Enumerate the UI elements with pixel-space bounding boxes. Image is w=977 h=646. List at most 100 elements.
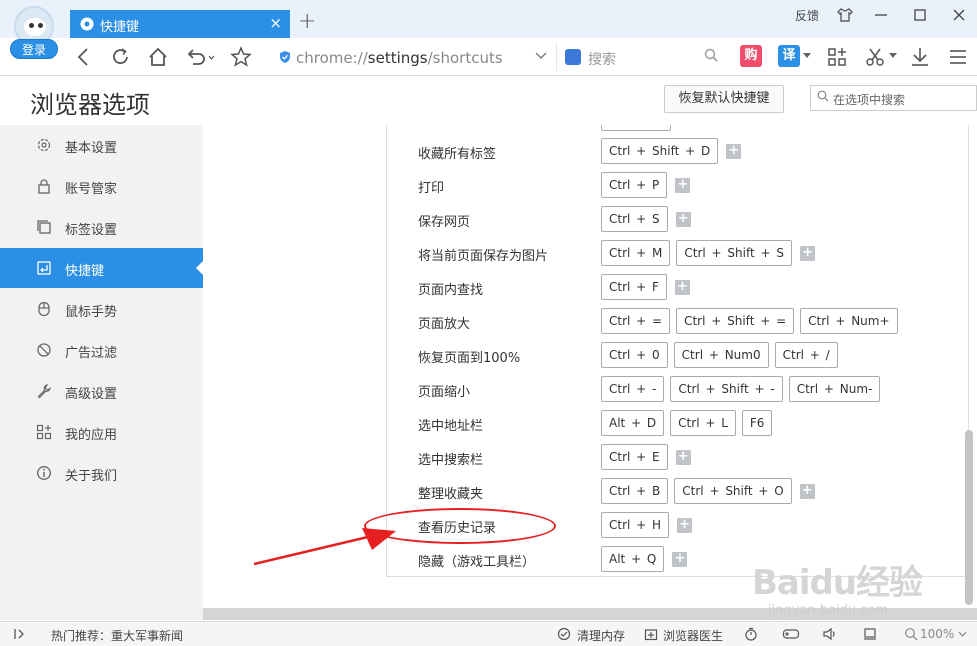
shortcut-keys: Ctrl + S +	[601, 206, 691, 232]
maximize-icon[interactable]	[911, 6, 929, 24]
game-controller-icon[interactable]	[782, 627, 800, 641]
skin-icon[interactable]	[836, 6, 854, 24]
sidebar-item-shortcuts[interactable]: 快捷键	[0, 248, 203, 288]
vertical-scrollbar[interactable]	[965, 430, 973, 605]
sidebar-item-advanced[interactable]: 高级设置	[0, 371, 203, 411]
shortcut-key-field[interactable]: Ctrl + Shift + =	[676, 308, 795, 334]
hot-news-link[interactable]: 热门推荐：重大军事新闻	[51, 627, 183, 644]
download-icon[interactable]	[909, 46, 931, 68]
shortcut-key-field[interactable]: Ctrl + Num+	[800, 308, 898, 334]
login-button[interactable]: 登录	[10, 39, 58, 59]
timer-icon[interactable]	[744, 627, 758, 641]
add-shortcut-button[interactable]: +	[799, 483, 815, 499]
sidebar-item-about[interactable]: 关于我们	[0, 453, 203, 493]
sidebar-item-label: 账号管家	[65, 182, 118, 197]
translate-dropdown-icon[interactable]	[803, 53, 811, 59]
search-icon	[817, 90, 829, 102]
url-field[interactable]: chrome://settings/shortcuts	[272, 43, 552, 71]
shortcut-key-field[interactable]: Ctrl + M	[601, 240, 671, 266]
add-shortcut-button[interactable]: +	[672, 551, 688, 567]
sidebar-item-my-apps[interactable]: 我的应用	[0, 412, 203, 452]
zoom-dropdown-icon[interactable]	[958, 631, 967, 637]
shortcut-key-field[interactable]: Ctrl + Num0	[673, 342, 769, 368]
screenshot-scissors-icon[interactable]	[864, 46, 886, 68]
shopping-icon[interactable]: 购	[740, 45, 762, 67]
shortcut-key-field[interactable]: Alt + D	[601, 410, 665, 436]
screenshot-dropdown-icon[interactable]	[889, 53, 897, 59]
sidebar-item-account[interactable]: 账号管家	[0, 166, 203, 206]
watermark-brand: Baidu经验	[752, 563, 923, 603]
shortcut-key-field[interactable]: Ctrl + Num-	[788, 376, 881, 402]
add-shortcut-button[interactable]: +	[675, 177, 691, 193]
shortcut-keys: Alt + Q +	[601, 546, 688, 572]
apps-grid-icon[interactable]	[826, 46, 848, 68]
shortcut-key-field[interactable]: Ctrl + S	[601, 206, 668, 232]
close-window-icon[interactable]	[950, 6, 968, 24]
tab-shortcuts[interactable]: 快捷键 ×	[70, 10, 290, 38]
shortcut-key-field[interactable]: Ctrl + E	[601, 444, 668, 470]
shortcut-key-field[interactable]: Ctrl + Shift + O	[674, 478, 792, 504]
settings-gear-icon	[80, 17, 94, 31]
restore-default-shortcuts-button[interactable]: 恢复默认快捷键	[664, 85, 784, 113]
shortcut-key-field[interactable]: Ctrl + /	[774, 342, 838, 368]
sidebar-item-ad-filter[interactable]: 广告过滤	[0, 330, 203, 370]
shortcut-keys: Ctrl + P +	[601, 172, 691, 198]
shortcut-key-field[interactable]: Alt + Q	[601, 546, 665, 572]
home-icon[interactable]	[147, 46, 169, 68]
add-shortcut-button[interactable]: +	[726, 143, 742, 159]
minimize-icon[interactable]	[872, 6, 890, 24]
window-mode-icon[interactable]	[863, 627, 877, 641]
shortcut-key-field[interactable]: Ctrl + -	[601, 376, 665, 402]
add-shortcut-button[interactable]: +	[800, 245, 816, 261]
search-engine-icon[interactable]	[565, 49, 581, 65]
shortcut-key-field[interactable]: Ctrl + H	[601, 512, 670, 538]
shortcut-key-field[interactable]: Ctrl + Shift + -	[670, 376, 783, 402]
shortcut-key-field[interactable]: Ctrl + L	[670, 410, 736, 436]
browser-doctor-button[interactable]: 浏览器医生	[663, 627, 723, 644]
web-search-box[interactable]: 搜索	[556, 43, 726, 71]
shortcut-key-field[interactable]: Ctrl + P	[601, 172, 668, 198]
add-shortcut-button[interactable]: +	[677, 517, 693, 533]
translate-icon[interactable]: 译	[778, 45, 800, 67]
url-dropdown-icon[interactable]	[535, 51, 547, 61]
sidebar-item-label: 我的应用	[65, 428, 118, 443]
sidebar-toggle-icon[interactable]	[14, 628, 28, 640]
zoom-icon[interactable]	[904, 627, 918, 641]
shortcut-keys: Alt + D Ctrl + L F6	[601, 410, 773, 436]
shortcut-key-field[interactable]: Ctrl + F	[601, 274, 667, 300]
partial-key-field	[601, 125, 671, 131]
info-icon	[37, 466, 51, 480]
add-shortcut-button[interactable]: +	[675, 211, 691, 227]
zoom-level[interactable]: 100%	[920, 627, 954, 641]
back-icon[interactable]	[73, 46, 95, 68]
sidebar-item-tabs[interactable]: 标签设置	[0, 207, 203, 247]
shortcut-label: 打印	[418, 181, 445, 196]
shortcut-key-field[interactable]: Ctrl + =	[601, 308, 671, 334]
add-shortcut-button[interactable]: +	[674, 279, 690, 295]
menu-icon[interactable]	[947, 46, 969, 68]
user-avatar-area: 登录	[8, 6, 60, 59]
sidebar-item-basic[interactable]: 基本设置	[0, 125, 203, 165]
shortcut-key-field[interactable]: Ctrl + B	[601, 478, 669, 504]
shortcut-key-field[interactable]: Ctrl + 0	[601, 342, 668, 368]
add-shortcut-button[interactable]: +	[675, 449, 691, 465]
feedback-link[interactable]: 反馈	[795, 7, 819, 24]
volume-icon[interactable]	[822, 627, 838, 641]
settings-search-input[interactable]: 在选项中搜索	[810, 85, 977, 111]
search-icon[interactable]	[704, 48, 718, 62]
shortcut-keys: Ctrl + E +	[601, 444, 691, 470]
shortcut-key-field[interactable]: Ctrl + Shift + D	[601, 138, 719, 164]
bookmark-star-icon[interactable]	[230, 46, 252, 68]
refresh-icon[interactable]	[110, 46, 132, 68]
shortcut-label: 选中搜索栏	[418, 453, 484, 468]
undo-close-tab-icon[interactable]	[185, 46, 217, 68]
shortcut-key-field[interactable]: F6	[741, 410, 773, 436]
settings-sidebar: 基本设置 账号管家 标签设置 快捷键 鼠标手势 广告过滤 高级设置 我的应用 关…	[0, 125, 203, 620]
new-tab-button[interactable]: +	[298, 9, 316, 34]
clean-memory-icon	[557, 627, 571, 641]
sidebar-item-mouse-gesture[interactable]: 鼠标手势	[0, 289, 203, 329]
shortcut-key-field[interactable]: Ctrl + Shift + S	[676, 240, 793, 266]
clean-memory-button[interactable]: 清理内存	[577, 627, 625, 644]
shortcut-label: 将当前页面保存为图片	[418, 249, 549, 264]
close-tab-icon[interactable]: ×	[269, 14, 282, 32]
